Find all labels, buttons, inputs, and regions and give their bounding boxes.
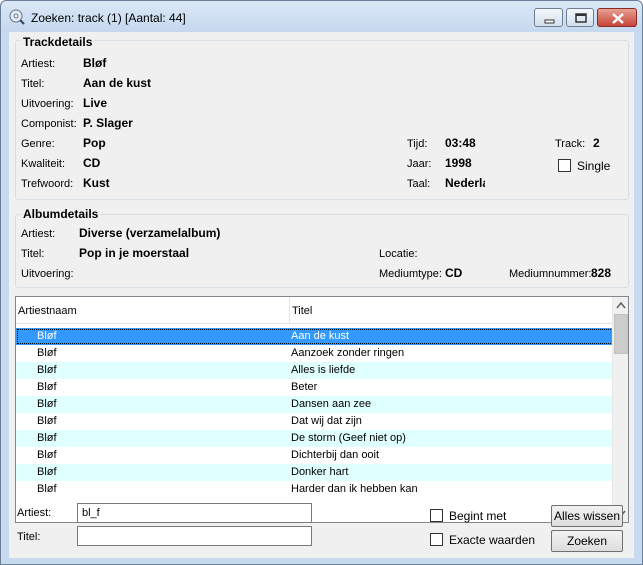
- track-composer-value: P. Slager: [83, 116, 133, 130]
- cell-artist: Bløf: [37, 398, 57, 410]
- track-genre-value: Pop: [83, 136, 106, 150]
- exact-values-label: Exacte waarden: [449, 533, 536, 547]
- list-row[interactable]: Bløf Alles is liefde: [16, 362, 614, 379]
- list-row[interactable]: Bløf Beter: [16, 379, 614, 396]
- cell-title: Aan de kust: [291, 330, 350, 342]
- maximize-icon: [575, 13, 587, 23]
- track-quality-label: Kwaliteit:: [21, 158, 66, 170]
- track-language-value: Nederlands: [445, 176, 485, 190]
- search-title-input[interactable]: [77, 526, 312, 546]
- cell-artist: Bløf: [37, 330, 57, 342]
- track-title-value: Aan de kust: [83, 76, 152, 90]
- column-header-title[interactable]: Titel: [292, 305, 312, 317]
- track-number-label: Track:: [555, 138, 586, 150]
- track-artist-label: Artiest:: [21, 58, 56, 70]
- exact-values-checkbox[interactable]: [430, 533, 443, 546]
- track-year-label: Jaar:: [407, 158, 432, 170]
- list-row[interactable]: Bløf Dansen aan zee: [16, 396, 614, 413]
- cell-title: Dichterbij dan ooit: [291, 449, 380, 461]
- cell-artist: Bløf: [37, 483, 57, 495]
- scroll-up-icon[interactable]: [613, 297, 629, 314]
- cell-artist: Bløf: [37, 415, 57, 427]
- album-location-label: Locatie:: [379, 248, 418, 260]
- search-artist-input[interactable]: [77, 503, 312, 523]
- track-keyword-value: Kust: [83, 176, 110, 190]
- album-artist-label: Artiest:: [21, 228, 56, 240]
- cell-artist: Bløf: [37, 449, 57, 461]
- track-keyword-label: Trefwoord:: [21, 178, 74, 190]
- cell-title: Beter: [291, 381, 318, 393]
- list-row[interactable]: Bløf Harder dan ik hebben kan: [16, 481, 614, 498]
- cell-artist: Bløf: [37, 432, 57, 444]
- cell-artist: Bløf: [37, 347, 57, 359]
- list-row[interactable]: Bløf Aan de kust: [16, 328, 614, 345]
- maximize-button[interactable]: [566, 8, 594, 27]
- clear-all-button[interactable]: Alles wissen: [551, 505, 623, 527]
- column-header-artist[interactable]: Artiestnaam: [18, 305, 77, 317]
- track-artist-value: Bløf: [83, 56, 107, 70]
- track-genre-label: Genre:: [21, 138, 55, 150]
- title-bar[interactable]: Zoeken: track (1) [Aantal: 44]: [1, 1, 642, 32]
- album-details-title: Albumdetails: [21, 207, 101, 221]
- track-title-label: Titel:: [21, 78, 45, 90]
- cell-title: Aanzoek zonder ringen: [291, 347, 405, 359]
- list-header: Artiestnaam Titel: [16, 297, 614, 324]
- close-button[interactable]: [597, 8, 637, 27]
- single-label: Single: [577, 159, 611, 173]
- track-number-value: 2: [593, 136, 600, 150]
- column-separator[interactable]: [289, 297, 290, 324]
- vertical-scrollbar[interactable]: [612, 297, 628, 522]
- window-title: Zoeken: track (1) [Aantal: 44]: [31, 11, 186, 25]
- scrollbar-thumb[interactable]: [614, 314, 628, 354]
- search-window: Zoeken: track (1) [Aantal: 44] Trackdeta…: [0, 0, 643, 565]
- track-language-label: Taal:: [407, 178, 431, 190]
- album-mediumnumber-label: Mediumnummer:: [509, 268, 592, 280]
- album-artist-value: Diverse (verzamelalbum): [79, 226, 221, 240]
- album-title-label: Titel:: [21, 248, 45, 260]
- client-area: Trackdetails Artiest: Bløf Titel: Aan de…: [9, 32, 634, 558]
- results-list[interactable]: Artiestnaam Titel Bløf Aan de kust Bløf …: [15, 296, 629, 523]
- cell-artist: Bløf: [37, 466, 57, 478]
- minimize-button[interactable]: [534, 8, 563, 27]
- search-disc-icon: [9, 9, 25, 25]
- minimize-icon: [544, 19, 555, 24]
- cell-title: Dat wij dat zijn: [291, 415, 362, 427]
- album-mediumtype-label: Mediumtype:: [379, 268, 442, 280]
- album-mediumtype-value: CD: [445, 266, 463, 280]
- track-time-label: Tijd:: [407, 138, 428, 150]
- begins-with-checkbox[interactable]: [430, 509, 443, 522]
- cell-title: Donker hart: [291, 466, 349, 478]
- track-year-value: 1998: [445, 156, 472, 170]
- single-checkbox[interactable]: [558, 159, 571, 172]
- cell-title: Alles is liefde: [291, 364, 356, 376]
- list-row[interactable]: Bløf Dichterbij dan ooit: [16, 447, 614, 464]
- cell-title: Dansen aan zee: [291, 398, 372, 410]
- search-title-label: Titel:: [17, 531, 41, 543]
- track-time-value: 03:48: [445, 136, 476, 150]
- search-button[interactable]: Zoeken: [551, 530, 623, 552]
- track-performance-label: Uitvoering:: [21, 98, 74, 110]
- cell-artist: Bløf: [37, 381, 57, 393]
- begins-with-label: Begint met: [449, 509, 507, 523]
- cell-title: Harder dan ik hebben kan: [291, 483, 418, 495]
- list-row[interactable]: Bløf Dat wij dat zijn: [16, 413, 614, 430]
- list-row[interactable]: Bløf De storm (Geef niet op): [16, 430, 614, 447]
- track-composer-label: Componist:: [21, 118, 77, 130]
- cell-artist: Bløf: [37, 364, 57, 376]
- album-performance-label: Uitvoering:: [21, 268, 74, 280]
- album-mediumnumber-value: 828: [591, 266, 612, 280]
- track-quality-value: CD: [83, 156, 101, 170]
- search-artist-label: Artiest:: [17, 507, 52, 519]
- track-details-title: Trackdetails: [21, 35, 95, 49]
- cell-title: De storm (Geef niet op): [291, 432, 406, 444]
- album-title-value: Pop in je moerstaal: [79, 246, 190, 260]
- list-row[interactable]: Bløf Donker hart: [16, 464, 614, 481]
- close-icon: [612, 13, 624, 24]
- list-row[interactable]: Bløf Aanzoek zonder ringen: [16, 345, 614, 362]
- track-performance-value: Live: [83, 96, 108, 110]
